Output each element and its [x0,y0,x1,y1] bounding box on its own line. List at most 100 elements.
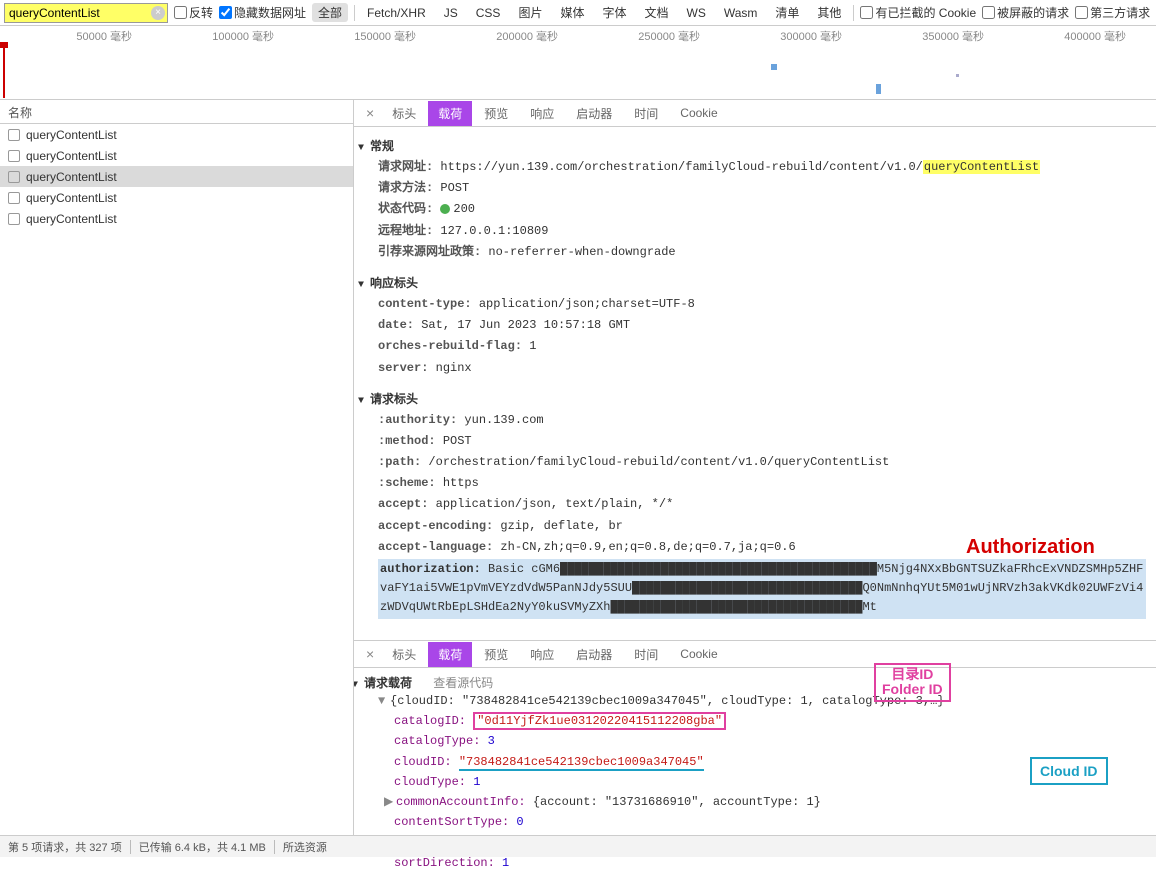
request-row[interactable]: queryContentList [0,145,353,166]
filter-font[interactable]: 字体 [596,3,632,22]
request-headers-section[interactable]: 请求标头 [358,390,1146,407]
details-panel: × 标头 载荷 预览 响应 启动器 时间 Cookie 常规 请求网址: htt… [354,100,1156,852]
tab-headers[interactable]: 标头 [382,642,426,667]
value: POST [440,181,469,195]
tick: 100000 毫秒 [152,28,294,44]
auth-type: Basic [488,562,531,576]
filter-css[interactable]: CSS [470,5,507,21]
payload-header-row: 请求载荷 查看源代码 [358,674,1146,691]
value: 200 [453,202,475,216]
payload-commonaccountinfo[interactable]: ▶commonAccountInfo: {account: "137316869… [384,793,1146,812]
annotation-authorization: Authorization [966,536,1095,559]
tab-response[interactable]: 响应 [520,101,564,126]
timeline-ticks: 50000 毫秒 100000 毫秒 150000 毫秒 200000 毫秒 2… [0,26,1156,44]
name-column-header[interactable]: 名称 [0,100,353,124]
main-split: 名称 queryContentList queryContentList que… [0,100,1156,852]
filter-ws[interactable]: WS [681,5,712,21]
third-party-label: 第三方请求 [1090,4,1150,21]
requests-panel: 名称 queryContentList queryContentList que… [0,100,354,852]
label: authorization: [380,562,481,576]
request-payload-section[interactable]: 请求载荷 [354,677,412,691]
label: 引荐来源网址政策: [378,245,481,259]
value: zh-CN,zh;q=0.9,en;q=0.8,de;q=0.7,ja;q=0.… [500,540,795,554]
hide-data-urls-checkbox[interactable]: 隐藏数据网址 [219,4,306,21]
tab-response[interactable]: 响应 [520,642,564,667]
timeline-bar [771,64,777,70]
request-row[interactable]: queryContentList [0,166,353,187]
authorization-header-row: authorization: Basic cGM6███████████████… [378,559,1146,619]
label: :authority: [378,413,457,427]
blocked-cookies-label: 有已拦截的 Cookie [875,4,976,21]
tab-timing[interactable]: 时间 [624,642,668,667]
separator [853,5,854,21]
key: cloudID: [394,755,452,769]
headers-tabs: × 标头 载荷 预览 响应 启动器 时间 Cookie [354,100,1156,127]
value: nginx [436,361,472,375]
view-source-link[interactable]: 查看源代码 [433,676,493,690]
filter-input[interactable] [4,3,168,23]
request-name: queryContentList [26,191,117,205]
headers-pane: × 标头 载荷 预览 响应 启动器 时间 Cookie 常规 请求网址: htt… [354,100,1156,640]
tab-payload[interactable]: 载荷 [428,101,472,126]
payload-summary[interactable]: ▼{cloudID: "738482841ce542139cbec1009a34… [378,692,1146,711]
response-headers-section[interactable]: 响应标头 [358,274,1146,291]
tab-initiator[interactable]: 启动器 [566,642,622,667]
payload-catalogid: catalogID: "0d11YjfZk1ue0312022041511220… [394,712,1146,731]
request-url-row: 请求网址: https://yun.139.com/orchestration/… [378,158,1146,177]
tab-payload[interactable]: 载荷 [428,642,472,667]
request-name: queryContentList [26,128,117,142]
blocked-cookies-checkbox[interactable]: 有已拦截的 Cookie [860,4,976,21]
tick: 50000 毫秒 [10,28,152,44]
clear-filter-icon[interactable]: × [151,6,165,20]
value: 1 [529,339,536,353]
value: {account: "13731686910", accountType: 1} [533,795,821,809]
key: cloudType: [394,775,466,789]
header-row: :authority: yun.139.com [378,411,1146,430]
label: date: [378,318,414,332]
general-section[interactable]: 常规 [358,137,1146,154]
tab-timing[interactable]: 时间 [624,101,668,126]
close-icon[interactable]: × [360,646,380,662]
value: yun.139.com [464,413,543,427]
third-party-checkbox[interactable]: 第三方请求 [1075,4,1150,21]
value: 3 [488,734,495,748]
tick: 350000 毫秒 [862,28,1004,44]
value: 1 [473,775,480,789]
request-row[interactable]: queryContentList [0,124,353,145]
tab-cookies[interactable]: Cookie [670,643,727,665]
key: catalogType: [394,734,480,748]
filter-doc[interactable]: 文档 [638,3,674,22]
tab-cookies[interactable]: Cookie [670,102,727,124]
tick: 200000 毫秒 [436,28,578,44]
tab-initiator[interactable]: 启动器 [566,101,622,126]
value: https://yun.139.com/orchestration/family… [440,160,1040,174]
filter-fetch-xhr[interactable]: Fetch/XHR [361,5,432,21]
filter-all[interactable]: 全部 [312,3,348,22]
filter-box: × [4,3,168,23]
tick: 150000 毫秒 [294,28,436,44]
filter-media[interactable]: 媒体 [554,3,590,22]
filter-js[interactable]: JS [438,5,464,21]
separator [130,840,131,854]
timeline-cursor[interactable] [3,44,5,98]
close-icon[interactable]: × [360,105,380,121]
blocked-requests-checkbox[interactable]: 被屏蔽的请求 [982,4,1069,21]
label: :path: [378,455,421,469]
tab-headers[interactable]: 标头 [382,101,426,126]
invert-label: 反转 [189,4,213,21]
request-row[interactable]: queryContentList [0,208,353,229]
filter-manifest[interactable]: 清单 [769,3,805,22]
tab-preview[interactable]: 预览 [474,642,518,667]
label: 请求方法: [378,181,433,195]
label: 状态代码: [378,202,433,216]
invert-checkbox[interactable]: 反转 [174,4,213,21]
tab-preview[interactable]: 预览 [474,101,518,126]
filter-img[interactable]: 图片 [512,3,548,22]
header-row: accept: application/json, text/plain, */… [378,495,1146,514]
filter-other[interactable]: 其他 [811,3,847,22]
timeline[interactable]: 50000 毫秒 100000 毫秒 150000 毫秒 200000 毫秒 2… [0,26,1156,100]
key: commonAccountInfo: [396,795,526,809]
value: application/json;charset=UTF-8 [479,297,695,311]
request-row[interactable]: queryContentList [0,187,353,208]
filter-wasm[interactable]: Wasm [718,5,764,21]
